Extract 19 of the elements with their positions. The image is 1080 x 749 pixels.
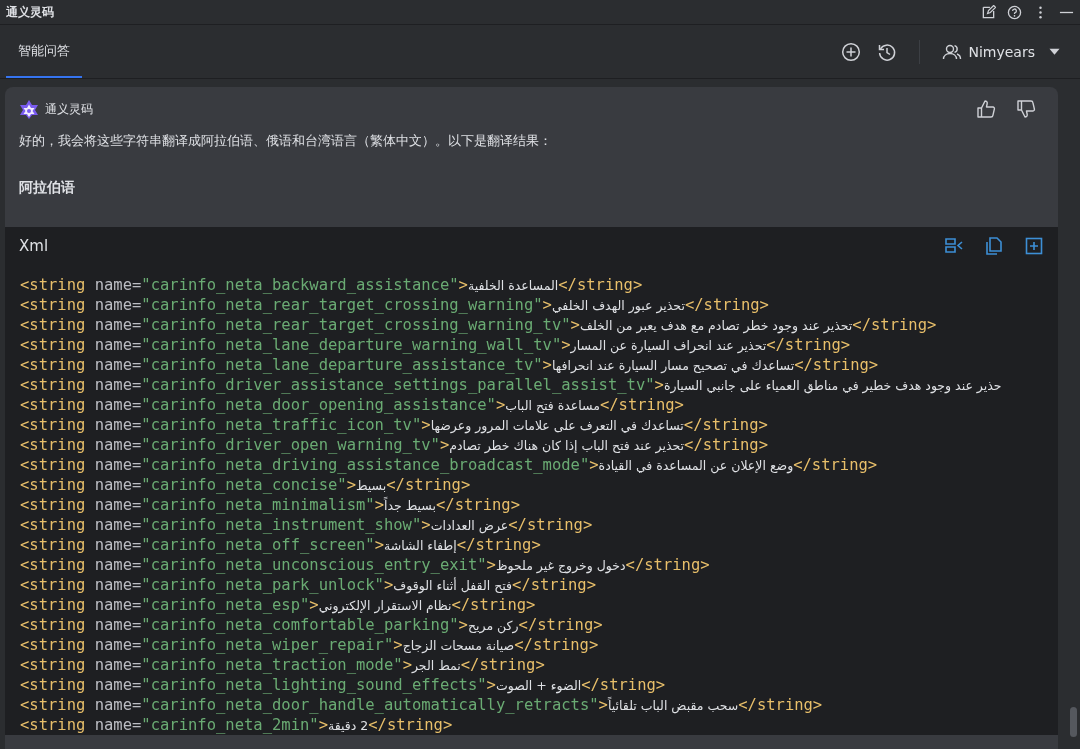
window-title: 通义灵码 — [6, 3, 54, 21]
add-icon[interactable] — [841, 41, 862, 62]
insert-icon[interactable] — [944, 236, 964, 256]
chat-tab[interactable]: 智能问答 — [6, 25, 82, 78]
history-icon[interactable] — [877, 41, 898, 62]
code-language: Xml — [19, 237, 49, 255]
edit-icon[interactable] — [981, 4, 996, 20]
user-menu[interactable]: Nimyears — [942, 41, 1060, 62]
message-text: 好的，我会将这些字符串翻译成阿拉伯语、俄语和台湾语言（繁体中文）。以下是翻译结果： — [19, 132, 553, 150]
thumbs-down-icon[interactable] — [1016, 99, 1036, 119]
help-icon[interactable] — [1007, 4, 1022, 20]
section-heading: 阿拉伯语 — [19, 179, 76, 197]
copy-icon[interactable] — [984, 236, 1004, 256]
thumbs-up-icon[interactable] — [976, 99, 996, 119]
scrollbar[interactable] — [1070, 707, 1077, 737]
sender-name: 通义灵码 — [45, 100, 93, 118]
star-logo-icon — [19, 99, 39, 119]
new-file-icon[interactable] — [1024, 236, 1044, 256]
caret-icon — [1049, 47, 1060, 56]
